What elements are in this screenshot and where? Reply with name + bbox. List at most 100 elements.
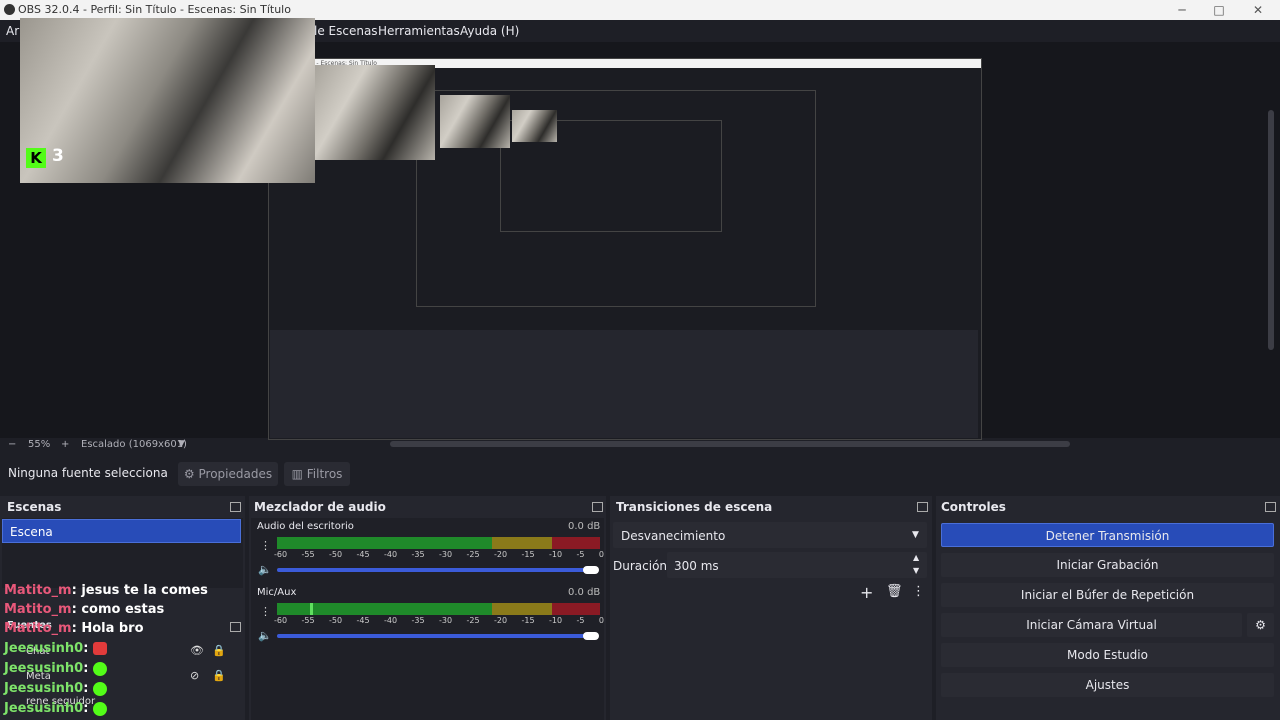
emote-icon [92,681,107,696]
volume-slider[interactable] [277,568,595,572]
kebab-menu-icon[interactable]: ⋮ [260,605,271,618]
filter-icon: ▥ [291,467,303,481]
mixer-channel-db: 0.0 dB [568,587,601,598]
start-recording-button[interactable]: Iniciar Grabación [941,553,1274,577]
studio-mode-button[interactable]: Modo Estudio [941,643,1274,667]
chat-user: Jeesusinh0 [4,681,84,696]
chat-message: como estas [81,602,165,617]
add-transition-icon[interactable]: + [860,583,873,602]
chat-line: Matito_m: jesus te la comes [4,583,208,598]
eye-icon[interactable]: 👁 [190,644,204,657]
audio-meter-yellow [492,603,552,615]
nested-camera-feed-2 [440,95,510,148]
webcam-feed: K 3 [20,18,315,183]
kebab-menu-icon[interactable]: ⋮ [260,539,271,552]
audio-peak-indicator [310,603,313,615]
mixer-channel-db: 0.0 dB [568,521,601,532]
spin-down-icon[interactable]: ▼ [913,566,919,575]
emote-icon [92,661,107,676]
mixer-title: Mezclador de audio [254,500,386,514]
chat-user: Matito_m [4,602,72,617]
chevron-down-icon: ▼ [912,530,919,540]
eye-hidden-icon[interactable]: ⊘ [190,669,199,682]
no-source-label: Ninguna fuente selecciona [8,466,168,480]
volume-slider-handle[interactable] [583,566,599,574]
maximize-button[interactable]: □ [1205,2,1233,18]
chat-message: jesus te la comes [81,583,208,598]
obs-logo-icon [4,4,15,15]
speaker-icon[interactable]: 🔈 [258,563,272,576]
stop-streaming-button[interactable]: Detener Transmisión [941,523,1274,547]
volume-slider-handle[interactable] [583,632,599,640]
mixer-channel-name: Mic/Aux [257,587,297,598]
lock-icon[interactable]: 🔒 [212,644,226,657]
sources-float-icon[interactable] [230,622,241,632]
properties-label: Propiedades [198,467,273,481]
transition-selected: Desvanecimiento [621,529,726,543]
kick-badge-number: 3 [52,146,64,166]
trash-icon[interactable]: 🗑 [886,584,903,599]
zoom-out-button[interactable]: − [8,439,16,450]
chat-user: Matito_m [4,583,72,598]
chat-line: Matito_m: Hola bro [4,621,144,636]
gear-icon: ⚙ [1255,618,1266,632]
chevron-down-icon[interactable]: ▼ [178,439,185,449]
properties-button[interactable]: ⚙ Propiedades [178,462,278,486]
chat-message: Hola bro [81,621,144,636]
chat-line: Jeesusinh0: [4,661,107,676]
scaling-select[interactable]: Escalado (1069x601) [81,439,187,450]
meter-scale: -60 -55 -50 -45 -40 -35 -30 -25 -20 -15 -10 -5 0 [274,616,604,625]
zoom-level: 55% [28,439,51,450]
volume-slider[interactable] [277,634,595,638]
menu-item-archivo[interactable]: Ar [6,24,19,38]
start-virtual-camera-button[interactable]: Iniciar Cámara Virtual [941,613,1242,637]
scenes-title: Escenas [7,500,62,514]
zoom-in-button[interactable]: + [61,439,69,450]
transitions-float-icon[interactable] [917,502,928,512]
chat-line: Jeesusinh0: [4,641,107,656]
chat-user: Matito_m [4,621,72,636]
preview-vertical-scrollbar[interactable] [1268,110,1274,350]
lock-icon[interactable]: 🔒 [212,669,226,682]
audio-meter-red [552,537,600,549]
chat-line: Jeesusinh0: [4,681,107,696]
start-replay-buffer-button[interactable]: Iniciar el Búfer de Repetición [941,583,1274,607]
window-title: OBS 32.0.4 - Perfil: Sin Título - Escena… [18,3,291,16]
mixer-channel-name: Audio del escritorio [257,521,354,532]
scenes-float-icon[interactable] [230,502,241,512]
preview-horizontal-scrollbar[interactable] [390,441,1070,447]
virtual-camera-settings-button[interactable]: ⚙ [1247,613,1274,637]
transitions-title: Transiciones de escena [616,500,773,514]
minimize-button[interactable]: ─ [1168,2,1196,18]
spin-up-icon[interactable]: ▲ [913,553,919,562]
emote-icon [92,642,107,655]
menu-item-ayuda[interactable]: Ayuda (H) [460,24,519,38]
mixer-float-icon[interactable] [592,502,603,512]
menu-item-herramientas[interactable]: Herramientas [378,24,460,38]
chat-user: Jeesusinh0 [4,641,84,656]
nested-camera-feed-1 [315,65,435,160]
chat-user: Jeesusinh0 [4,661,84,676]
gear-icon: ⚙ [183,467,195,481]
meter-scale: -60 -55 -50 -45 -40 -35 -30 -25 -20 -15 -10 -5 0 [274,550,604,559]
scene-item[interactable]: Escena [2,519,241,543]
close-button[interactable]: ✕ [1244,2,1272,18]
menu-item-escenas[interactable]: le Escenas [314,24,378,38]
title-bar: OBS 32.0.4 - Perfil: Sin Título - Escena… [0,0,1280,20]
chat-line: Matito_m: como estas [4,602,165,617]
controls-float-icon[interactable] [1265,502,1276,512]
settings-button[interactable]: Ajustes [941,673,1274,697]
kebab-menu-icon[interactable]: ⋮ [912,584,925,599]
controls-title: Controles [941,500,1006,514]
speaker-icon[interactable]: 🔈 [258,629,272,642]
audio-meter-yellow [492,537,552,549]
audio-meter-red [552,603,600,615]
duration-value: 300 ms [674,559,719,573]
audio-meter-green [277,537,492,549]
chat-line: Jeesusinh0: [4,701,107,716]
nested-docks-1 [270,330,978,438]
filters-button[interactable]: ▥ Filtros [284,462,350,486]
kick-logo-icon: K [26,148,46,168]
chat-user: Jeesusinh0 [4,701,84,716]
filters-label: Filtros [306,467,343,481]
